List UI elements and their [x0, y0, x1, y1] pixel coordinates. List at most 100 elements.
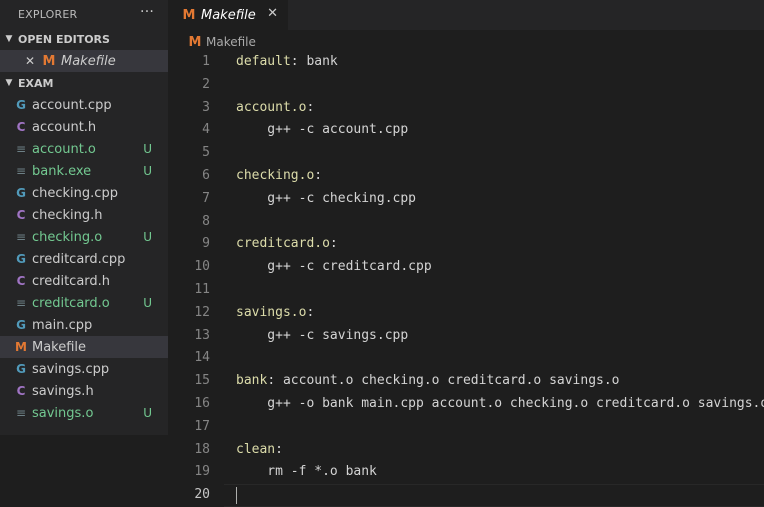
code-rest: : bank: [290, 54, 338, 69]
file-item[interactable]: Ccreditcard.h: [0, 270, 168, 292]
code-rest: :: [306, 99, 315, 115]
explorer-sidebar: EXPLORER ··· ▼ OPEN EDITORS ✕ M Makefile…: [0, 0, 168, 435]
code-editor[interactable]: 1 default: bank 2 3 account.o: 4 g++ -c accou…: [168, 51, 764, 507]
code-rest: :: [306, 304, 315, 320]
code-text: bank: account.o checking.o creditcard.o …: [236, 370, 620, 393]
cpp-file-icon: G: [16, 362, 26, 376]
line-number: 12: [194, 304, 210, 320]
line-number: 4: [202, 122, 210, 138]
text-cursor: [236, 487, 237, 505]
line-number: 16: [194, 395, 210, 411]
code-text: g++ -c creditcard.cpp: [236, 256, 431, 279]
code-rest: :: [329, 236, 338, 252]
file-item[interactable]: Cchecking.h: [0, 204, 168, 226]
code-line: 8: [168, 211, 764, 234]
chevron-down-icon: ▼: [5, 34, 13, 44]
breadcrumb-label: Makefile: [206, 35, 256, 49]
file-item[interactable]: Gcreditcard.cpp: [0, 248, 168, 270]
file-item[interactable]: Gmain.cpp: [0, 314, 168, 336]
binary-file-icon: ≡: [15, 142, 27, 156]
code-line: 11: [168, 279, 764, 302]
file-name: creditcard.o: [32, 295, 110, 311]
code-line: 9 creditcard.o:: [168, 233, 764, 256]
code-text: g++ -c checking.cpp: [236, 188, 416, 211]
open-editor-item-makefile[interactable]: ✕ M Makefile: [0, 50, 168, 72]
code-rest: g++ -c account.cpp: [236, 122, 409, 138]
cpp-file-icon: G: [16, 318, 26, 332]
line-number: 13: [194, 327, 210, 343]
code-line: 18 clean:: [168, 439, 764, 462]
file-item[interactable]: Gaccount.cpp: [0, 94, 168, 116]
line-number: 9: [202, 236, 210, 252]
explorer-title: EXPLORER: [18, 7, 78, 21]
code-rest: g++ -o bank main.cpp account.o checking.…: [236, 395, 764, 411]
file-item[interactable]: Caccount.h: [0, 116, 168, 138]
line-number: 10: [194, 259, 210, 275]
binary-file-icon: ≡: [15, 230, 27, 244]
git-status-badge: U: [143, 164, 152, 178]
code-rest: g++ -c checking.cpp: [236, 190, 417, 206]
vscode-window: EXPLORER ··· ▼ OPEN EDITORS ✕ M Makefile…: [0, 0, 764, 507]
c-header-icon: C: [16, 208, 26, 222]
file-name: savings.o: [32, 405, 94, 421]
breadcrumb[interactable]: M Makefile: [168, 31, 256, 53]
cpp-file-icon: G: [16, 186, 26, 200]
open-editors-label: OPEN EDITORS: [18, 32, 110, 46]
file-item[interactable]: Csavings.h: [0, 380, 168, 402]
file-item[interactable]: ≡ bank.exe U: [0, 160, 168, 182]
file-item[interactable]: M Makefile: [0, 336, 168, 358]
makefile-icon: M: [42, 53, 56, 69]
makefile-icon: M: [182, 7, 196, 23]
more-actions-icon[interactable]: ···: [140, 4, 154, 20]
file-tree: Gaccount.cpp Caccount.h ≡ account.o U ≡ bank.e…: [0, 94, 168, 424]
make-target: creditcard.o: [236, 236, 330, 252]
git-status-badge: U: [143, 406, 152, 420]
code-rest: g++ -c savings.cpp: [236, 327, 409, 343]
close-icon[interactable]: ✕: [267, 6, 278, 21]
file-item[interactable]: ≡ account.o U: [0, 138, 168, 160]
c-header-icon: C: [16, 274, 26, 288]
code-text: rm -f *.o bank: [236, 461, 377, 484]
make-target: default: [236, 54, 291, 69]
workspace-section-header[interactable]: ▼ EXAM: [0, 72, 168, 94]
cpp-file-icon: G: [16, 98, 26, 112]
file-item[interactable]: ≡ creditcard.o U: [0, 292, 168, 314]
code-line: 7 g++ -c checking.cpp: [168, 188, 764, 211]
tab-makefile[interactable]: M Makefile ✕: [168, 0, 288, 30]
code-line: 10 g++ -c creditcard.cpp: [168, 256, 764, 279]
make-target: checking.o: [236, 167, 315, 183]
makefile-icon: M: [188, 34, 202, 50]
code-text: clean:: [236, 439, 283, 462]
code-rest: :: [275, 441, 283, 457]
code-line: 3 account.o:: [168, 97, 764, 120]
code-line: 15 bank: account.o checking.o creditcard.…: [168, 370, 764, 393]
file-item[interactable]: Gsavings.cpp: [0, 358, 168, 380]
cpp-file-icon: G: [16, 252, 26, 266]
code-rest: rm -f *.o bank: [236, 464, 377, 480]
file-item[interactable]: Gchecking.cpp: [0, 182, 168, 204]
code-rest: :: [314, 167, 323, 183]
line-number: 3: [202, 99, 210, 115]
line-number: 6: [202, 167, 210, 183]
file-item[interactable]: ≡ checking.o U: [0, 226, 168, 248]
open-editors-section-header[interactable]: ▼ OPEN EDITORS: [0, 28, 168, 50]
close-icon[interactable]: ✕: [24, 54, 36, 68]
code-text: g++ -c savings.cpp: [236, 325, 408, 348]
make-target: savings.o: [236, 304, 307, 320]
file-name: main.cpp: [32, 317, 93, 333]
code-line: 2: [168, 74, 764, 97]
git-status-badge: U: [143, 230, 152, 244]
c-header-icon: C: [16, 384, 26, 398]
code-text: g++ -c account.cpp: [236, 119, 408, 142]
file-item[interactable]: ≡ savings.o U: [0, 402, 168, 424]
code-line: 19 rm -f *.o bank: [168, 461, 764, 484]
make-target: clean: [236, 441, 276, 457]
line-number: 19: [194, 464, 210, 480]
code-line: 14: [168, 347, 764, 370]
file-name: creditcard.cpp: [32, 251, 126, 267]
line-number: 15: [194, 373, 210, 389]
makefile-icon: M: [15, 340, 27, 354]
make-target: bank: [236, 373, 268, 389]
file-name: checking.h: [32, 207, 103, 223]
binary-file-icon: ≡: [15, 406, 27, 420]
